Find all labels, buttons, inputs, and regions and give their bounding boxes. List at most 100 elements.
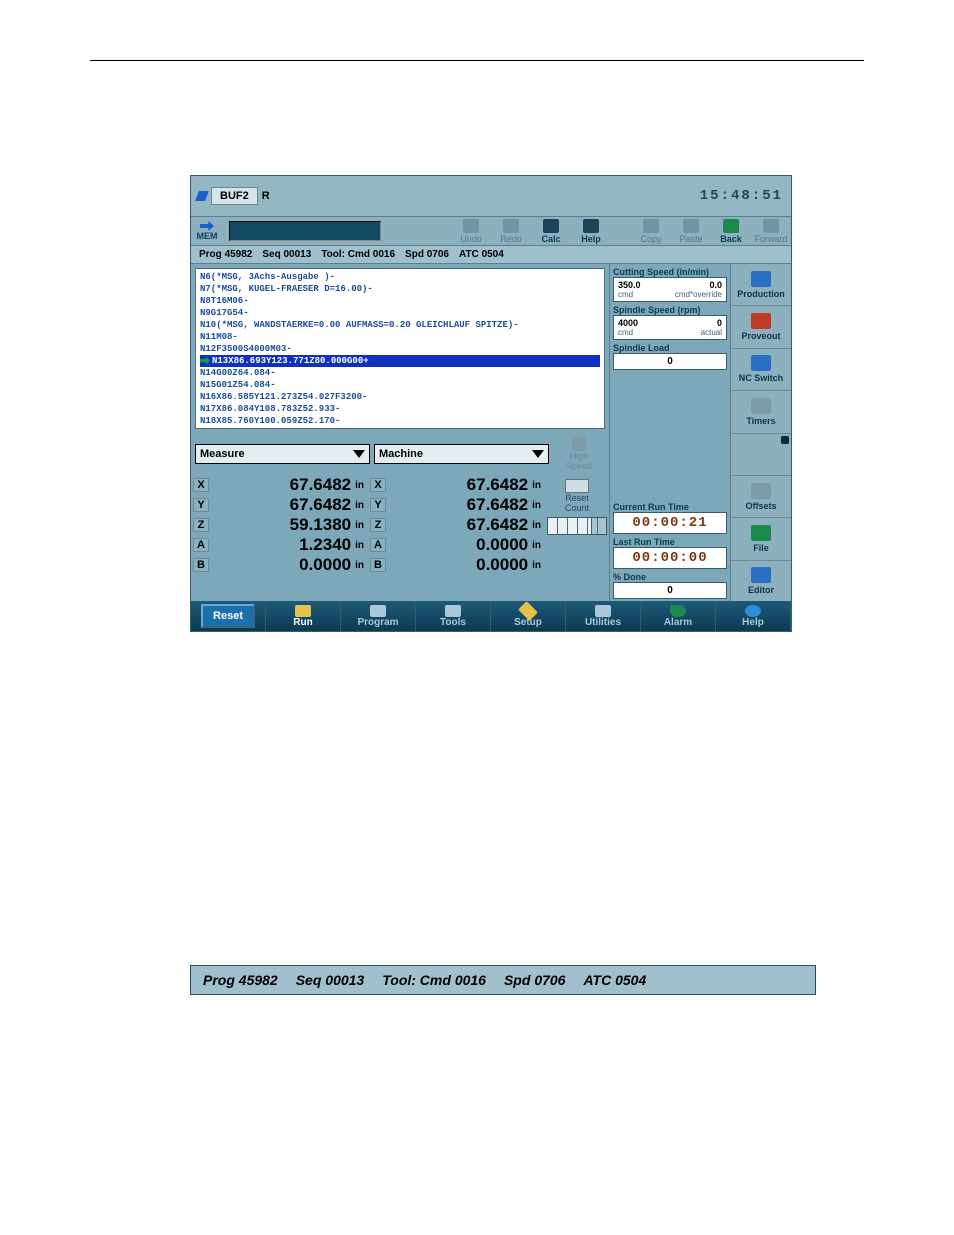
nc-line[interactable]: N15G01Z54.084- bbox=[200, 379, 600, 391]
parts-counter bbox=[547, 517, 607, 535]
spindle-speed-box: 4000cmd 0actual bbox=[613, 315, 727, 340]
nc-line[interactable]: N12F3500S4000M03- bbox=[200, 343, 600, 355]
softkey-icon bbox=[751, 483, 771, 499]
softkey-timers[interactable]: Timers bbox=[731, 391, 791, 433]
status-bar-zoom: Prog 45982 Seq 00013 Tool: Cmd 0016 Spd … bbox=[190, 965, 816, 995]
redo-button[interactable]: Redo bbox=[491, 219, 531, 244]
axis-value: 67.6482 bbox=[209, 475, 353, 495]
measure-dropdown[interactable]: Measure bbox=[195, 444, 370, 464]
softkey-proveout[interactable]: Proveout bbox=[731, 306, 791, 348]
axis-row: B0.0000in bbox=[193, 555, 366, 575]
mem-button[interactable]: MEM bbox=[191, 221, 223, 241]
axis-unit: in bbox=[353, 540, 366, 551]
info-icon bbox=[745, 605, 761, 617]
nc-line[interactable]: N6(*MSG, 3Achs-Ausgabe )- bbox=[200, 271, 600, 283]
forward-button[interactable]: Forward bbox=[751, 219, 791, 244]
calc-button[interactable]: Calc bbox=[531, 219, 571, 244]
redo-icon bbox=[503, 219, 519, 233]
current-line-icon bbox=[200, 357, 210, 365]
axis-value: 1.2340 bbox=[209, 535, 353, 555]
axis-row: X67.6482in bbox=[193, 475, 366, 495]
softkey-production[interactable]: Production bbox=[731, 264, 791, 306]
softkey-nc-switch[interactable]: NC Switch bbox=[731, 349, 791, 391]
axis-row: Y67.6482in bbox=[193, 495, 366, 515]
reset-button[interactable]: Reset bbox=[201, 604, 255, 628]
tools-icon bbox=[445, 605, 461, 617]
softkey-icon bbox=[751, 567, 771, 583]
nc-line[interactable]: N17X86.084Y108.783Z52.933- bbox=[200, 403, 600, 415]
nav-utilities[interactable]: Utilities bbox=[566, 601, 641, 631]
axis-label: Y bbox=[193, 498, 209, 512]
axis-unit: in bbox=[530, 520, 543, 531]
copy-icon bbox=[643, 219, 659, 233]
softkey-icon bbox=[751, 525, 771, 541]
softkey-file[interactable]: File bbox=[731, 518, 791, 560]
nav-run[interactable]: Run bbox=[266, 601, 341, 631]
softkey-label: Offsets bbox=[745, 501, 776, 511]
softkey-blank bbox=[731, 434, 791, 476]
nav-setup[interactable]: Setup bbox=[491, 601, 566, 631]
nc-line[interactable]: N8T16M06- bbox=[200, 295, 600, 307]
command-entry[interactable] bbox=[229, 221, 381, 241]
nc-line[interactable]: N16X86.585Y121.273Z54.027F3200- bbox=[200, 391, 600, 403]
softkey-editor[interactable]: Editor bbox=[731, 561, 791, 603]
axis-label: Y bbox=[370, 498, 386, 512]
reset-count-button[interactable]: ResetCount bbox=[548, 479, 606, 513]
mem-label: MEM bbox=[191, 231, 223, 241]
status-atc: ATC 0504 bbox=[459, 249, 504, 260]
nc-line[interactable]: N10(*MSG, WANDSTAERKE=0.00 AUFMASS=0.20 … bbox=[200, 319, 600, 331]
nc-line[interactable]: N11M08- bbox=[200, 331, 600, 343]
axis-label: A bbox=[193, 538, 209, 552]
page-divider bbox=[90, 60, 864, 61]
current-run-title: Current Run Time bbox=[613, 502, 727, 512]
softkey-column: Production Proveout NC Switch Timers Offsets… bbox=[730, 264, 791, 603]
axis-label: A bbox=[370, 538, 386, 552]
spindle-load-value: 0 bbox=[613, 353, 727, 370]
nc-line[interactable]: N14G00Z64.084- bbox=[200, 367, 600, 379]
axis-unit: in bbox=[353, 560, 366, 571]
nav-program[interactable]: Program bbox=[341, 601, 416, 631]
copy-button[interactable]: Copy bbox=[631, 219, 671, 244]
help-button[interactable]: Help bbox=[571, 219, 611, 244]
softkey-label: NC Switch bbox=[739, 373, 784, 383]
paste-button[interactable]: Paste bbox=[671, 219, 711, 244]
axis-row: Z67.6482in bbox=[370, 515, 543, 535]
nc-line[interactable]: N13X86.693Y123.771Z80.000G00+ bbox=[200, 355, 600, 367]
cutting-speed-box: 350.0cmd 0.0cmd*override bbox=[613, 277, 727, 302]
axis-unit: in bbox=[530, 560, 543, 571]
nc-line[interactable]: N9G17G54- bbox=[200, 307, 600, 319]
app-mark-icon bbox=[195, 191, 209, 201]
last-run-title: Last Run Time bbox=[613, 537, 727, 547]
axis-row: B0.0000in bbox=[370, 555, 543, 575]
machine-dropdown[interactable]: Machine bbox=[374, 444, 549, 464]
cnc-window: BUF2 R 15:48:51 MEM Undo Redo Calc Help … bbox=[190, 175, 792, 632]
nav-reset[interactable]: Reset bbox=[191, 601, 266, 631]
buffer-tab[interactable]: BUF2 bbox=[211, 187, 258, 205]
axis-value: 67.6482 bbox=[386, 515, 530, 535]
high-speed-button[interactable]: HighSpeed bbox=[553, 437, 605, 471]
nc-line[interactable]: N19X85.735Y99.037Z52.080- bbox=[200, 427, 600, 429]
softkey-offsets[interactable]: Offsets bbox=[731, 476, 791, 518]
nc-line[interactable]: N7(*MSG, KUGEL-FRAESER D=16.00)- bbox=[200, 283, 600, 295]
nav-help[interactable]: Help bbox=[716, 601, 791, 631]
nav-tools[interactable]: Tools bbox=[416, 601, 491, 631]
nav-alarm[interactable]: Alarm bbox=[641, 601, 716, 631]
axis-value: 0.0000 bbox=[209, 555, 353, 575]
axes-machine: X67.6482inY67.6482inZ67.6482inA0.0000inB… bbox=[370, 475, 543, 575]
status-seq: Seq 00013 bbox=[262, 249, 311, 260]
arrow-right-icon bbox=[200, 221, 214, 231]
back-button[interactable]: Back bbox=[711, 219, 751, 244]
status-tool: Tool: Cmd 0016 bbox=[321, 249, 395, 260]
axis-label: Z bbox=[370, 518, 386, 532]
spindle-load-title: Spindle Load bbox=[613, 343, 727, 353]
softkey-icon bbox=[751, 355, 771, 371]
softkey-label: Proveout bbox=[741, 331, 780, 341]
axis-value: 59.1380 bbox=[209, 515, 353, 535]
pct-done-title: % Done bbox=[613, 572, 727, 582]
axis-value: 0.0000 bbox=[386, 535, 530, 555]
softkey-icon bbox=[751, 398, 771, 414]
bottom-nav: Reset Run Program Tools Setup Utilities … bbox=[191, 601, 791, 631]
nc-line[interactable]: N18X85.760Y100.059Z52.170- bbox=[200, 415, 600, 427]
nc-code-pane[interactable]: N6(*MSG, 3Achs-Ausgabe )-N7(*MSG, KUGEL-… bbox=[195, 268, 605, 429]
undo-button[interactable]: Undo bbox=[451, 219, 491, 244]
